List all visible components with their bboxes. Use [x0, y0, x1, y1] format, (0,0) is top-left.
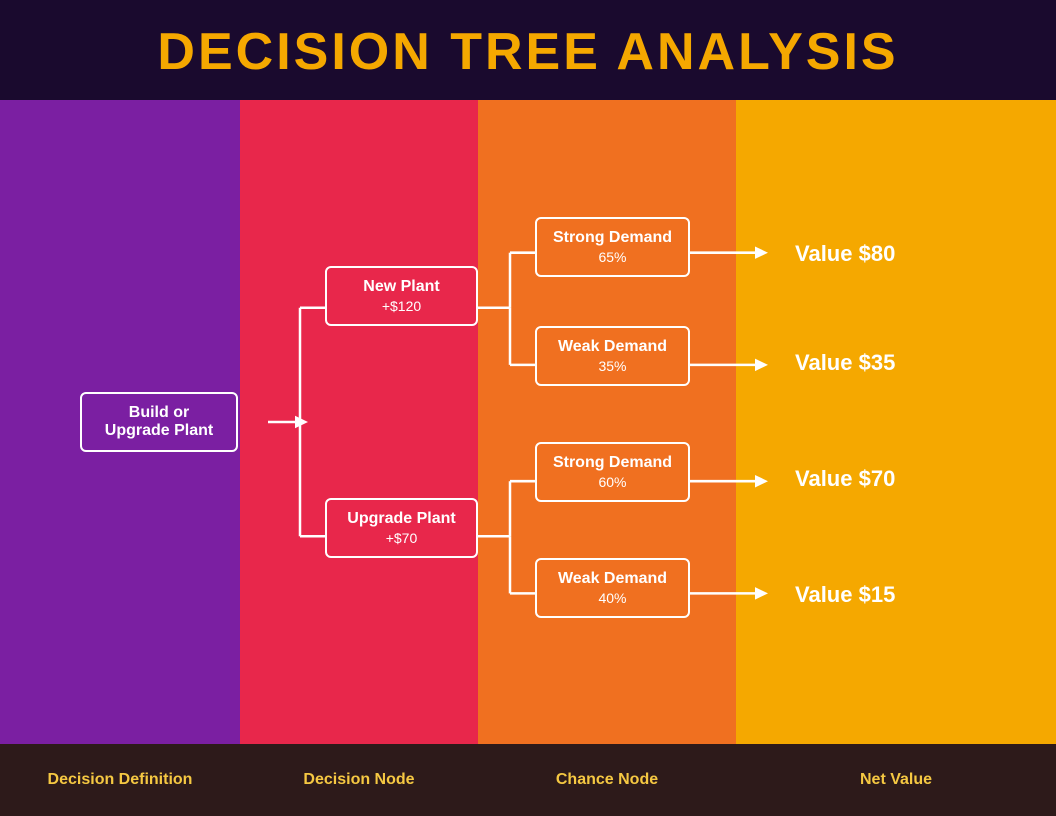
strong-demand-1-sub: 65% [551, 249, 674, 265]
strong-demand-1-box: Strong Demand 65% [535, 217, 690, 277]
root-node-label: Build orUpgrade Plant [96, 404, 222, 440]
weak-demand-2-box: Weak Demand 40% [535, 558, 690, 618]
weak-demand-1-sub: 35% [551, 358, 674, 374]
footer-net-value: Net Value [736, 744, 1056, 816]
upgrade-plant-title: Upgrade Plant [341, 510, 462, 528]
main-content: Build orUpgrade Plant New Plant +$120 Up… [0, 100, 1056, 744]
col-decision-node [240, 100, 478, 744]
net-value-1: Value $80 [795, 241, 895, 267]
title-bar: DECISION TREE ANALYSIS [0, 0, 1056, 100]
strong-demand-2-box: Strong Demand 60% [535, 442, 690, 502]
strong-demand-2-title: Strong Demand [551, 454, 674, 472]
new-plant-title: New Plant [341, 278, 462, 296]
col-chance-node [478, 100, 736, 744]
upgrade-plant-sub: +$70 [341, 530, 462, 546]
strong-demand-2-sub: 60% [551, 474, 674, 490]
upgrade-plant-box: Upgrade Plant +$70 [325, 498, 478, 558]
new-plant-box: New Plant +$120 [325, 266, 478, 326]
footer: Decision Definition Decision Node Chance… [0, 744, 1056, 816]
footer-chance-node: Chance Node [478, 744, 736, 816]
new-plant-sub: +$120 [341, 298, 462, 314]
net-value-2: Value $35 [795, 350, 895, 376]
weak-demand-2-sub: 40% [551, 590, 674, 606]
net-value-4: Value $15 [795, 582, 895, 608]
footer-decision-definition: Decision Definition [0, 744, 240, 816]
col-net-value [736, 100, 1056, 744]
footer-decision-node: Decision Node [240, 744, 478, 816]
net-value-3: Value $70 [795, 466, 895, 492]
weak-demand-1-title: Weak Demand [551, 338, 674, 356]
page-title: DECISION TREE ANALYSIS [0, 22, 1056, 82]
strong-demand-1-title: Strong Demand [551, 229, 674, 247]
root-node-box: Build orUpgrade Plant [80, 392, 238, 452]
weak-demand-2-title: Weak Demand [551, 570, 674, 588]
weak-demand-1-box: Weak Demand 35% [535, 326, 690, 386]
